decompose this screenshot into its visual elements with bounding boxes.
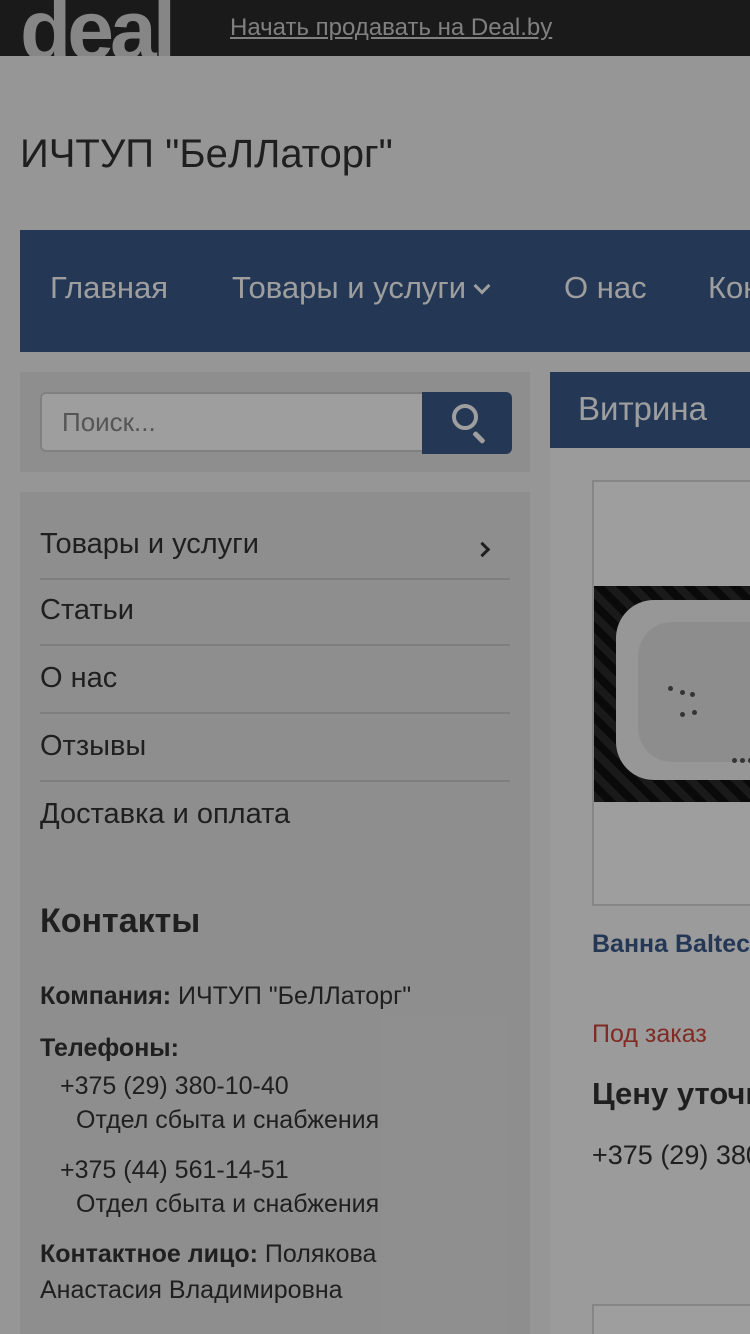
contact-person-value: Полякова (264, 1240, 377, 1268)
start-selling-link[interactable]: Начать продавать на Deal.by (230, 14, 552, 42)
product-price: Цену уточняйте (592, 1076, 750, 1111)
contact-company-value: ИЧТУП "БеЛЛаторг" (178, 982, 412, 1010)
main-navigation: Главная Товары и услуги О нас Контакты (20, 230, 750, 352)
nav-about-label: О нас (564, 270, 647, 305)
contacts-heading: Контакты (40, 902, 201, 940)
nav-contacts[interactable]: Контакты (708, 270, 750, 306)
phones-label: Телефоны: (40, 1034, 179, 1062)
sidebar-item-about[interactable]: О нас (40, 646, 510, 714)
nav-home-label: Главная (50, 270, 168, 305)
sidebar-item-articles[interactable]: Статьи (40, 578, 510, 646)
product-phone[interactable]: +375 (29) 380-10-40 (592, 1140, 750, 1171)
showcase-panel: Ванна Balteco Под заказ Цену уточняйте +… (550, 448, 750, 1334)
chevron-down-icon (473, 277, 491, 295)
company-title: ИЧТУП "БеЛЛаторг" (20, 132, 393, 176)
search-button[interactable] (422, 392, 512, 454)
contact-phones-label: Телефоны: (40, 1034, 179, 1063)
sidebar-item-label: Доставка и оплата (40, 798, 291, 830)
nav-products[interactable]: Товары и услуги (232, 270, 491, 306)
top-bar: deal Начать продавать на Deal.by (0, 0, 750, 56)
search-box (20, 372, 530, 472)
nav-home[interactable]: Главная (50, 270, 168, 306)
contact-phone-1[interactable]: +375 (29) 380-10-40 (60, 1072, 289, 1101)
sidebar-item-label: Статьи (40, 594, 134, 626)
nav-about[interactable]: О нас (564, 270, 647, 306)
search-input[interactable] (40, 392, 424, 452)
sidebar: Товары и услуги Статьи О нас Отзывы Дост… (20, 492, 530, 1334)
contact-company-label: Компания: (40, 982, 172, 1010)
showcase-title: Витрина (578, 390, 707, 427)
search-icon (452, 404, 478, 430)
contact-person: Контактное лицо: Полякова (40, 1240, 376, 1269)
sidebar-item-label: О нас (40, 662, 118, 694)
contact-person-cont: Анастасия Владимировна (40, 1276, 343, 1304)
contact-person-label: Контактное лицо: (40, 1240, 258, 1268)
sidebar-item-products[interactable]: Товары и услуги (40, 512, 510, 580)
sidebar-item-label: Товары и услуги (40, 528, 259, 560)
sidebar-item-reviews[interactable]: Отзывы (40, 714, 510, 782)
contact-phone-1-desc: Отдел сбыта и снабжения (76, 1106, 380, 1134)
product-image[interactable] (594, 586, 750, 802)
contact-company: Компания: ИЧТУП "БеЛЛаторг" (40, 982, 411, 1011)
contact-phone-2-desc: Отдел сбыта и снабжения (76, 1190, 380, 1218)
availability-status: Под заказ (592, 1020, 707, 1048)
deal-logo[interactable]: deal (20, 0, 176, 56)
nav-contacts-label: Контакты (708, 270, 750, 305)
product-title-link[interactable]: Ванна Balteco (592, 930, 750, 959)
chevron-right-icon (474, 541, 491, 558)
showcase-header: Витрина (550, 372, 750, 448)
sidebar-item-delivery[interactable]: Доставка и оплата (40, 782, 510, 850)
contact-phone-2[interactable]: +375 (44) 561-14-51 (60, 1156, 289, 1185)
sidebar-item-label: Отзывы (40, 730, 147, 762)
product-card[interactable] (592, 480, 750, 906)
product-card[interactable] (592, 1304, 750, 1334)
nav-products-label: Товары и услуги (232, 270, 467, 305)
